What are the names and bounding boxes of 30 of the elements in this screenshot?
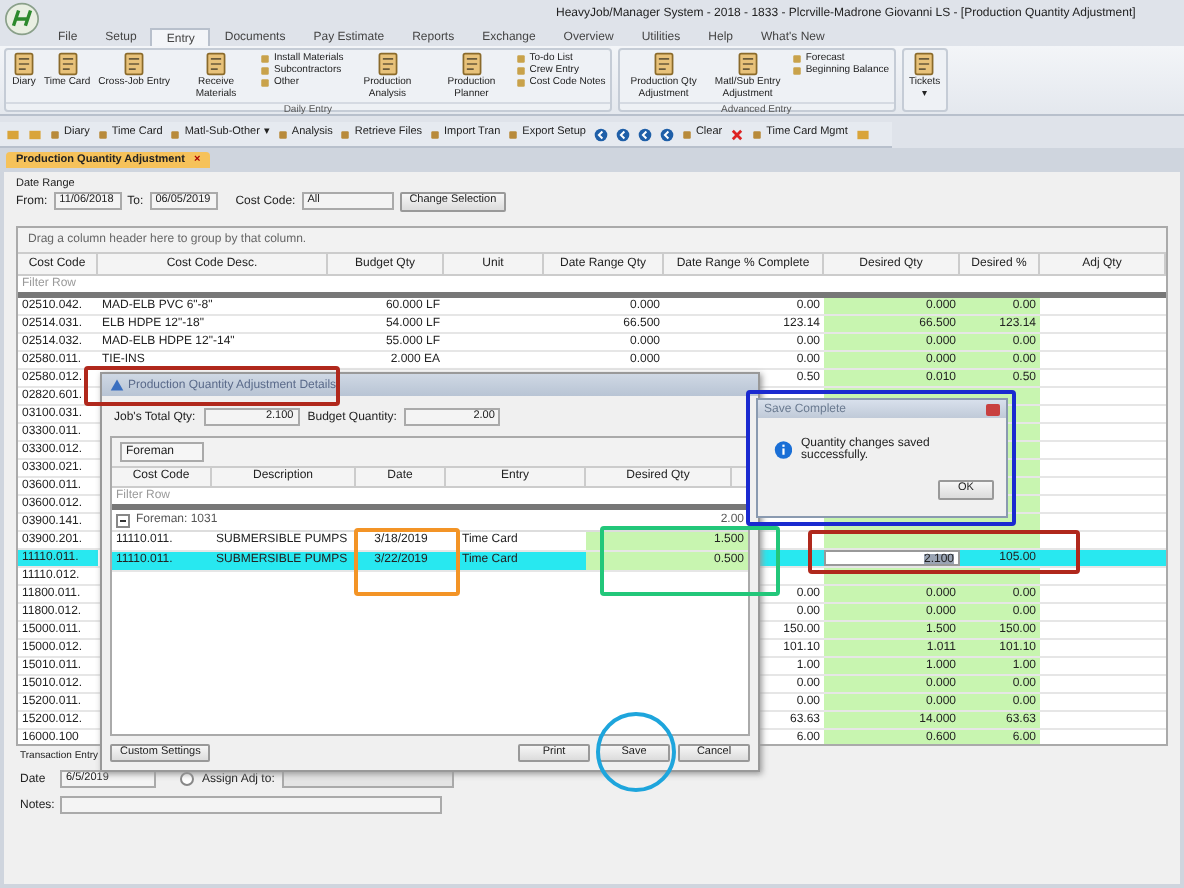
close-icon[interactable] bbox=[986, 403, 1000, 415]
square-icon bbox=[97, 129, 108, 139]
nav-arrow-icon[interactable] bbox=[593, 127, 608, 141]
square-icon bbox=[340, 129, 351, 139]
square-icon bbox=[50, 129, 60, 139]
document-icon bbox=[912, 52, 937, 76]
square-icon bbox=[430, 129, 441, 139]
document-icon bbox=[459, 52, 484, 76]
notes-field[interactable] bbox=[60, 796, 442, 814]
nav-arrow-icon[interactable] bbox=[659, 127, 674, 141]
document-icon bbox=[12, 52, 36, 76]
square-icon bbox=[277, 129, 288, 139]
warning-icon bbox=[110, 378, 124, 392]
document-icon bbox=[651, 52, 676, 76]
nav-arrow-icon[interactable] bbox=[615, 127, 630, 141]
collapse-toggle[interactable] bbox=[116, 513, 130, 527]
square-icon bbox=[170, 129, 181, 139]
delete-icon[interactable] bbox=[730, 127, 745, 141]
document-icon bbox=[375, 52, 400, 76]
info-icon bbox=[774, 440, 793, 460]
document-icon bbox=[204, 52, 228, 76]
nav-arrow-icon[interactable] bbox=[637, 127, 652, 141]
square-icon bbox=[752, 129, 763, 139]
square-icon bbox=[508, 129, 519, 139]
document-icon bbox=[735, 52, 760, 76]
folder-icon[interactable] bbox=[855, 127, 870, 141]
square-icon bbox=[681, 129, 692, 139]
document-icon bbox=[55, 52, 80, 76]
radio-button[interactable] bbox=[180, 772, 194, 786]
document-icon bbox=[122, 52, 147, 76]
